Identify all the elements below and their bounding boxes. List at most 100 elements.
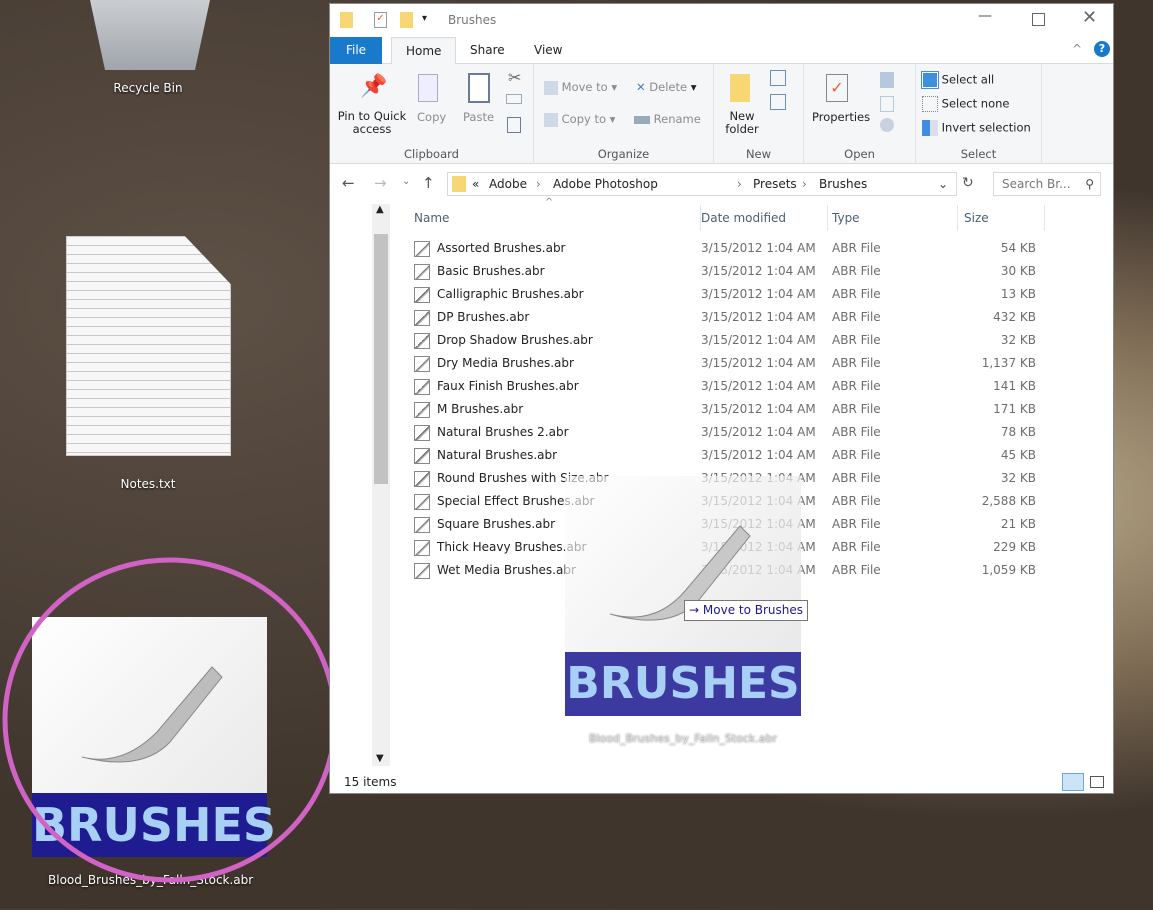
close-button[interactable]: ✕ bbox=[1082, 7, 1097, 28]
refresh-button[interactable]: ↻ bbox=[962, 175, 974, 191]
file-row[interactable]: Natural Brushes.abr 3/15/2012 1:04 AM AB… bbox=[414, 444, 1044, 467]
cut-icon[interactable]: ✂ bbox=[508, 68, 521, 87]
properties-qat-icon[interactable]: ✓ bbox=[374, 12, 387, 28]
qat-dropdown-icon[interactable]: ▾ bbox=[422, 13, 427, 24]
invert-selection-button[interactable]: Invert selection bbox=[922, 120, 1031, 136]
sort-ascending-icon: ^ bbox=[545, 197, 554, 208]
recycle-bin-label[interactable]: Recycle Bin bbox=[48, 81, 248, 95]
new-folder-button[interactable]: New folder bbox=[722, 110, 762, 136]
status-item-count: 15 items bbox=[344, 775, 397, 789]
delete-icon: ✕ bbox=[636, 80, 646, 94]
drag-tooltip-label: Move to Brushes bbox=[702, 603, 804, 617]
recycle-bin-icon[interactable] bbox=[90, 0, 210, 70]
abr-file-icon bbox=[414, 471, 430, 487]
tab-file[interactable]: File bbox=[330, 37, 382, 64]
edit-icon[interactable] bbox=[880, 96, 894, 112]
column-header-date[interactable]: Date modified bbox=[700, 205, 826, 231]
file-row[interactable]: Dry Media Brushes.abr 3/15/2012 1:04 AM … bbox=[414, 352, 1044, 375]
abr-file-icon bbox=[414, 494, 430, 510]
collapse-ribbon-icon[interactable]: ^ bbox=[1072, 42, 1082, 56]
breadcrumb-adobe[interactable]: Adobe bbox=[489, 173, 527, 195]
pin-to-quick-access-button[interactable]: Pin to Quick access bbox=[336, 110, 408, 136]
pin-icon: 📌 bbox=[360, 74, 388, 99]
history-icon[interactable] bbox=[880, 118, 894, 132]
file-type: ABR File bbox=[832, 471, 881, 485]
copy-to-button[interactable]: Copy to ▾ bbox=[544, 112, 615, 127]
up-button[interactable]: ↑ bbox=[422, 174, 435, 192]
breadcrumb-presets[interactable]: Presets bbox=[753, 173, 797, 195]
move-to-button[interactable]: Move to ▾ bbox=[544, 80, 617, 95]
file-row[interactable]: Faux Finish Brushes.abr 3/15/2012 1:04 A… bbox=[414, 375, 1044, 398]
help-icon[interactable]: ? bbox=[1094, 41, 1110, 57]
tab-share[interactable]: Share bbox=[456, 37, 519, 64]
open-icon[interactable] bbox=[880, 72, 894, 88]
file-type: ABR File bbox=[832, 379, 881, 393]
breadcrumb[interactable]: « Adobe › Adobe Photoshop › Presets › Br… bbox=[447, 172, 957, 196]
title-bar: ✓ ▾ Brushes — ✕ bbox=[330, 4, 1113, 37]
nav-scroll-thumb[interactable] bbox=[374, 234, 388, 484]
abr-file-icon bbox=[414, 402, 430, 418]
new-folder-icon bbox=[730, 74, 750, 102]
properties-icon: ✓ bbox=[826, 74, 848, 102]
new-item-icon[interactable] bbox=[770, 70, 786, 86]
file-date: 3/15/2012 1:04 AM bbox=[701, 333, 816, 347]
tab-home[interactable]: Home bbox=[391, 37, 457, 65]
column-header-type[interactable]: Type bbox=[827, 205, 953, 231]
paste-shortcut-icon[interactable] bbox=[507, 117, 521, 133]
open-group: ✓ Properties Open bbox=[804, 64, 916, 164]
column-header-name[interactable]: Name bbox=[414, 205, 690, 231]
details-view-button[interactable] bbox=[1062, 773, 1084, 791]
file-name: DP Brushes.abr bbox=[437, 310, 530, 324]
file-row[interactable]: M Brushes.abr 3/15/2012 1:04 AM ABR File… bbox=[414, 398, 1044, 421]
notes-file-label[interactable]: Notes.txt bbox=[48, 477, 248, 491]
paste-button[interactable]: Paste bbox=[463, 110, 494, 124]
folder-icon bbox=[452, 176, 466, 192]
copy-button[interactable]: Copy bbox=[417, 110, 446, 124]
large-icons-view-button[interactable] bbox=[1090, 776, 1104, 788]
breadcrumb-brushes[interactable]: Brushes bbox=[819, 173, 867, 195]
recent-locations-button[interactable]: ⌄ bbox=[402, 176, 410, 187]
scroll-down-icon[interactable]: ▼ bbox=[376, 753, 384, 764]
copy-path-icon[interactable] bbox=[506, 94, 522, 104]
file-row[interactable]: Assorted Brushes.abr 3/15/2012 1:04 AM A… bbox=[414, 237, 1044, 260]
file-size: 45 KB bbox=[1000, 448, 1036, 462]
nav-scrollbar[interactable]: ▲ ▼ bbox=[372, 204, 390, 766]
file-size: 1,137 KB bbox=[981, 356, 1036, 370]
notes-file-icon[interactable] bbox=[66, 236, 231, 456]
file-type: ABR File bbox=[832, 333, 881, 347]
file-row[interactable]: Drop Shadow Brushes.abr 3/15/2012 1:04 A… bbox=[414, 329, 1044, 352]
easy-access-icon[interactable] bbox=[770, 94, 786, 110]
file-name: Dry Media Brushes.abr bbox=[437, 356, 574, 370]
properties-button[interactable]: Properties bbox=[812, 110, 870, 124]
ribbon: 📌 Pin to Quick access Copy Paste ✂ Clipb… bbox=[330, 64, 1113, 164]
select-none-button[interactable]: Select none bbox=[922, 96, 1009, 112]
breadcrumb-overflow[interactable]: « bbox=[472, 173, 479, 195]
file-row[interactable]: Natural Brushes 2.abr 3/15/2012 1:04 AM … bbox=[414, 421, 1044, 444]
new-folder-qat-icon[interactable] bbox=[400, 12, 413, 28]
file-row[interactable]: DP Brushes.abr 3/15/2012 1:04 AM ABR Fil… bbox=[414, 306, 1044, 329]
breadcrumb-adobe-photoshop[interactable]: Adobe Photoshop bbox=[553, 173, 658, 195]
minimize-button[interactable]: — bbox=[978, 8, 992, 24]
file-size: 32 KB bbox=[1000, 471, 1036, 485]
file-row[interactable]: Basic Brushes.abr 3/15/2012 1:04 AM ABR … bbox=[414, 260, 1044, 283]
rename-label: Rename bbox=[653, 112, 701, 126]
maximize-button[interactable] bbox=[1032, 13, 1045, 26]
column-header-size[interactable]: Size bbox=[957, 205, 1045, 231]
tab-view[interactable]: View bbox=[520, 37, 576, 64]
file-size: 13 KB bbox=[1000, 287, 1036, 301]
abr-file-icon bbox=[414, 287, 430, 303]
navigation-pane[interactable]: ▲ ▼ bbox=[330, 204, 390, 766]
search-input[interactable]: Search Br... ⚲ bbox=[993, 172, 1101, 196]
file-row[interactable]: Calligraphic Brushes.abr 3/15/2012 1:04 … bbox=[414, 283, 1044, 306]
file-name: Wet Media Brushes.abr bbox=[437, 563, 576, 577]
scroll-up-icon[interactable]: ▲ bbox=[376, 204, 384, 215]
address-dropdown-icon[interactable]: ⌄ bbox=[938, 173, 948, 195]
move-to-icon bbox=[544, 80, 558, 95]
forward-button[interactable]: → bbox=[374, 174, 387, 192]
back-button[interactable]: ← bbox=[342, 174, 355, 192]
delete-button[interactable]: ✕ Delete ▾ bbox=[636, 80, 697, 94]
move-to-label: Move to bbox=[561, 80, 608, 94]
select-group: Select all Select none Invert selection … bbox=[916, 64, 1042, 164]
select-all-button[interactable]: Select all bbox=[921, 71, 994, 89]
rename-button[interactable]: Rename bbox=[634, 112, 701, 126]
